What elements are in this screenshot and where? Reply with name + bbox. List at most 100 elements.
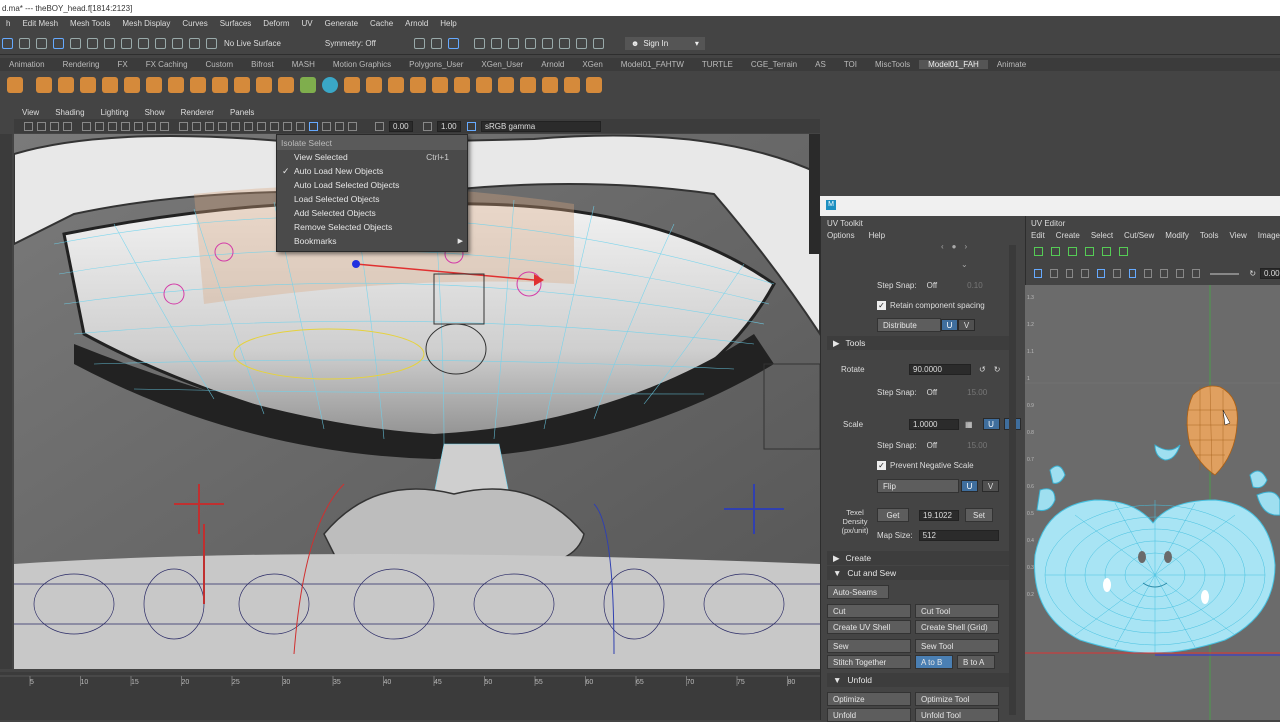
shelf-tool-icon[interactable]	[256, 77, 272, 93]
shelf-tool-icon[interactable]	[278, 77, 294, 93]
shelf-tool-icon[interactable]	[322, 77, 338, 93]
tab-model01-fah[interactable]: Model01_FAH	[919, 60, 988, 69]
shelf-tool-icon[interactable]	[542, 77, 558, 93]
layout-6-icon[interactable]	[558, 38, 570, 49]
uv-tool-icon[interactable]	[1102, 247, 1111, 256]
uv-display-icon[interactable]	[1065, 269, 1074, 278]
step-snap-value[interactable]: 15.00	[967, 388, 987, 397]
menu-modify[interactable]: Modify	[1165, 231, 1189, 240]
uv-window-titlebar[interactable]: M	[820, 196, 1280, 216]
flip-button[interactable]: Flip	[877, 479, 959, 493]
shelf-tool-icon[interactable]	[564, 77, 580, 93]
bookmark-icon[interactable]	[50, 121, 59, 131]
rotate-ccw-icon[interactable]: ↺	[979, 365, 986, 374]
antialias-icon[interactable]	[283, 121, 292, 131]
layout-3-icon[interactable]	[507, 38, 519, 49]
optimize-tool-button[interactable]: Optimize Tool	[915, 692, 999, 706]
viewport-menu-show[interactable]: Show	[137, 108, 173, 117]
snap-grid-icon[interactable]	[53, 38, 64, 49]
map-size-field[interactable]: 512	[918, 530, 999, 541]
layout-2-icon[interactable]	[490, 38, 502, 49]
viewport-menu-lighting[interactable]: Lighting	[93, 108, 137, 117]
sew-button[interactable]: Sew	[827, 639, 911, 653]
menu-image[interactable]: Image	[1258, 231, 1280, 240]
menu-item-auto-load-selected-objects[interactable]: Auto Load Selected Objects	[277, 178, 467, 192]
distribute-button[interactable]: Distribute	[877, 318, 941, 332]
uv-zoom-field[interactable]: 0.00	[1260, 268, 1280, 279]
menu-select[interactable]: Select	[1091, 231, 1113, 240]
image-plane-icon[interactable]	[63, 121, 72, 131]
texel-density-field[interactable]: 19.1022	[919, 509, 959, 521]
scale-lock-icon[interactable]: ▦	[965, 420, 973, 429]
safe-action-icon[interactable]	[147, 121, 156, 131]
a-to-b-button[interactable]: A to B	[915, 655, 953, 669]
gate-mask-icon[interactable]	[121, 121, 130, 131]
snap-view-icon[interactable]	[189, 38, 200, 49]
layout-5-icon[interactable]	[541, 38, 553, 49]
shelf-tool-icon[interactable]	[586, 77, 602, 93]
sew-tool-button[interactable]: Sew Tool	[915, 639, 999, 653]
arrow-right-icon[interactable]: ›	[965, 242, 968, 251]
viewport-menu-panels[interactable]: Panels	[222, 108, 262, 117]
uv-display-icon[interactable]	[1049, 269, 1058, 278]
layout-icon[interactable]	[473, 38, 485, 49]
flip-v-button[interactable]: V	[982, 480, 999, 492]
shelf-tool-icon[interactable]	[454, 77, 470, 93]
uv-display-icon[interactable]	[1176, 269, 1184, 278]
tab-bifrost[interactable]: Bifrost	[242, 60, 283, 69]
motion-blur-icon[interactable]	[270, 121, 279, 131]
uv-tool-icon[interactable]	[1119, 247, 1128, 256]
tab-animation[interactable]: Animation	[0, 60, 54, 69]
retain-spacing-checkbox[interactable]: ✓	[877, 301, 886, 310]
uv-display-icon[interactable]	[1097, 269, 1105, 278]
prevent-negative-scale-checkbox[interactable]: ✓	[877, 461, 886, 470]
magnet-icon[interactable]	[138, 38, 149, 49]
grid-icon[interactable]	[82, 121, 91, 131]
tab-cge-terrain[interactable]: CGE_Terrain	[742, 60, 806, 69]
uv-editor-canvas[interactable]: 1.3 1.2 1.1 1 0.9 0.8 0.7 0.6 0.5 0.4 0.…	[1025, 285, 1280, 720]
menu-cache[interactable]: Cache	[364, 19, 399, 28]
snap-curve-icon[interactable]	[70, 38, 81, 49]
tab-misctools[interactable]: MiscTools	[866, 60, 919, 69]
xray-components-icon[interactable]	[348, 121, 357, 131]
step-snap-value[interactable]: 15.00	[967, 441, 987, 450]
resolution-gate-icon[interactable]	[108, 121, 117, 131]
shelf-tool-icon[interactable]	[432, 77, 448, 93]
menu-help[interactable]: Help	[434, 19, 462, 28]
snap-plane-icon[interactable]	[104, 38, 115, 49]
shelf-tool-icon[interactable]	[498, 77, 514, 93]
scale-field[interactable]: 1.0000	[909, 418, 959, 430]
flip-u-button[interactable]: U	[961, 480, 978, 492]
tab-xgen[interactable]: XGen	[573, 60, 611, 69]
gamma-icon[interactable]	[423, 121, 432, 131]
shelf-tool-icon[interactable]	[146, 77, 162, 93]
create-shell-grid-button[interactable]: Create Shell (Grid)	[915, 620, 999, 634]
textured-icon[interactable]	[218, 121, 227, 131]
texel-get-button[interactable]: Get	[877, 508, 909, 522]
menu-create[interactable]: Create	[1056, 231, 1080, 240]
menu-cut-sew[interactable]: Cut/Sew	[1124, 231, 1154, 240]
menu-help[interactable]: Help	[869, 231, 885, 240]
uv-display-icon[interactable]	[1144, 269, 1153, 278]
menu-generate[interactable]: Generate	[319, 19, 364, 28]
menu-item-add-selected-objects[interactable]: Add Selected Objects	[277, 206, 467, 220]
uv-tool-icon[interactable]	[1034, 247, 1043, 256]
sign-in-button[interactable]: ☻ Sign In ▾	[624, 37, 705, 50]
step-snap-dropdown[interactable]: Off	[927, 388, 938, 397]
camera-attr-icon[interactable]	[37, 121, 46, 131]
shelf-tool-icon[interactable]	[520, 77, 536, 93]
uv-display-icon[interactable]	[1128, 269, 1137, 278]
circle-icon[interactable]: ●	[952, 242, 957, 251]
shelf-tool-icon[interactable]	[388, 77, 404, 93]
uv-toolkit-scrollbar[interactable]	[1009, 245, 1016, 715]
live-surface-label[interactable]: No Live Surface	[224, 39, 281, 48]
shelf-tool-icon[interactable]	[168, 77, 184, 93]
viewport-menu-renderer[interactable]: Renderer	[173, 108, 222, 117]
layout-4-icon[interactable]	[524, 38, 536, 49]
menu-view[interactable]: View	[1230, 231, 1247, 240]
menu-surfaces[interactable]: Surfaces	[214, 19, 258, 28]
menu-h[interactable]: h	[0, 19, 16, 28]
shelf-tool-icon[interactable]	[58, 77, 74, 93]
tab-polygons-user[interactable]: Polygons_User	[400, 60, 472, 69]
paint-select-icon[interactable]	[36, 38, 47, 49]
